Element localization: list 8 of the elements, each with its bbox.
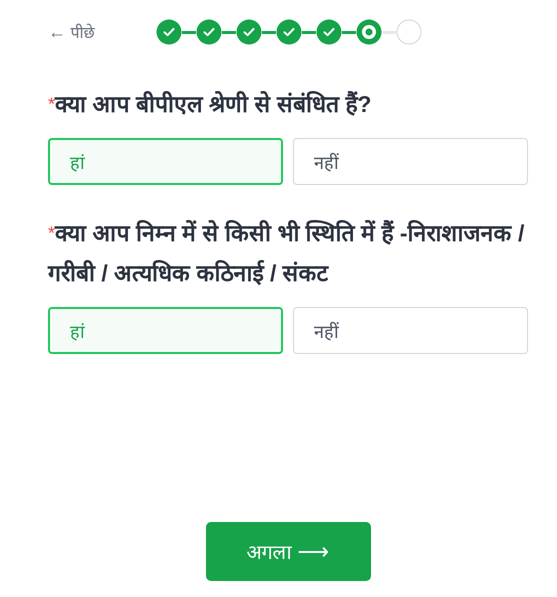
back-link[interactable]: ← पीछे — [48, 21, 156, 43]
question-text: *क्या आप निम्न में से किसी भी स्थिति में हैं -निराशाजनक / गरीबी / अत्यधिक कठिनाई / संकट — [48, 219, 526, 288]
option-button[interactable]: नहीं — [293, 138, 528, 185]
question-text: *क्या आप बीपीएल श्रेणी से संबंधित हैं? — [48, 90, 372, 119]
next-button[interactable]: अगला ⟶ — [206, 522, 370, 581]
option-button[interactable]: हां — [48, 307, 283, 354]
option-button[interactable]: नहीं — [293, 307, 528, 354]
option-button[interactable]: हां — [48, 138, 283, 185]
